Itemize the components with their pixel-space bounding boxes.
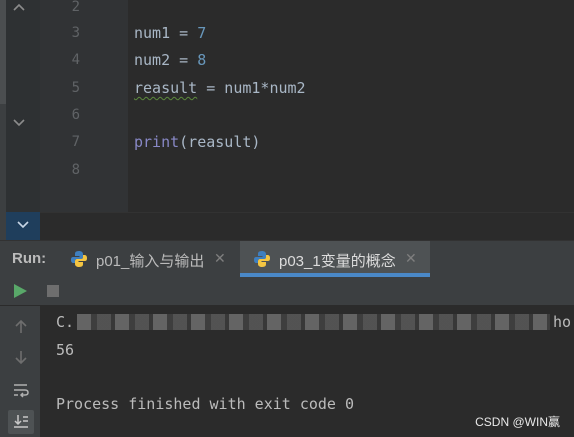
- active-tab-indicator: [240, 273, 430, 277]
- scroll-to-end-icon[interactable]: [8, 410, 34, 434]
- console-output-value: 56: [56, 341, 75, 359]
- soft-wrap-icon[interactable]: [12, 381, 30, 399]
- tab-label: p03_1变量的概念: [279, 253, 396, 270]
- run-toolbar: [0, 278, 574, 306]
- call-args: (reasult): [179, 133, 261, 151]
- close-icon[interactable]: ✕: [405, 250, 417, 267]
- operator: =: [170, 51, 198, 69]
- console-path-start: C.: [56, 313, 75, 331]
- builtin-function: print: [134, 133, 180, 151]
- line-number: 7: [71, 134, 80, 150]
- variable-name-typo: reasult: [134, 79, 198, 97]
- line-number: 3: [71, 25, 80, 41]
- line-number: 4: [71, 52, 80, 68]
- fold-end-icon[interactable]: [12, 2, 26, 16]
- console-path-end: ho: [553, 313, 572, 331]
- console-exit-message: Process finished with exit code 0: [56, 395, 355, 413]
- python-icon: [70, 250, 88, 268]
- chevron-down-icon: [17, 221, 29, 229]
- line-number: 2: [71, 0, 80, 15]
- watermark: CSDN @WIN赢: [475, 415, 560, 429]
- line-number: 6: [71, 107, 80, 123]
- line-number: 8: [71, 162, 80, 178]
- fold-collapse-icon[interactable]: [12, 118, 26, 132]
- operator: =: [170, 24, 198, 42]
- code-line-7[interactable]: print(reasult): [134, 133, 260, 151]
- run-panel-label: Run:: [12, 250, 47, 267]
- number-literal: 8: [197, 51, 207, 69]
- expression: = num1*num2: [197, 79, 306, 97]
- close-icon[interactable]: ✕: [214, 250, 226, 267]
- tab-p01[interactable]: p01_输入与输出 ✕: [70, 240, 230, 278]
- arrow-down-icon[interactable]: [12, 348, 30, 366]
- arrow-up-icon[interactable]: [12, 318, 30, 336]
- editor-bottom-bar: [40, 212, 574, 240]
- redacted-path: [77, 314, 550, 330]
- stop-icon[interactable]: [47, 285, 59, 297]
- rerun-icon[interactable]: [14, 284, 27, 298]
- collapse-button[interactable]: [6, 212, 40, 240]
- code-line-3[interactable]: num1 = 7: [134, 24, 206, 42]
- tab-label: p01_输入与输出: [96, 253, 205, 270]
- line-number: 5: [71, 80, 80, 96]
- code-line-4[interactable]: num2 = 8: [134, 51, 206, 69]
- number-literal: 7: [197, 24, 207, 42]
- code-line-5[interactable]: reasult = num1*num2: [134, 79, 306, 97]
- python-icon: [253, 250, 271, 268]
- variable-name: num1: [134, 24, 171, 42]
- variable-name: num2: [134, 51, 171, 69]
